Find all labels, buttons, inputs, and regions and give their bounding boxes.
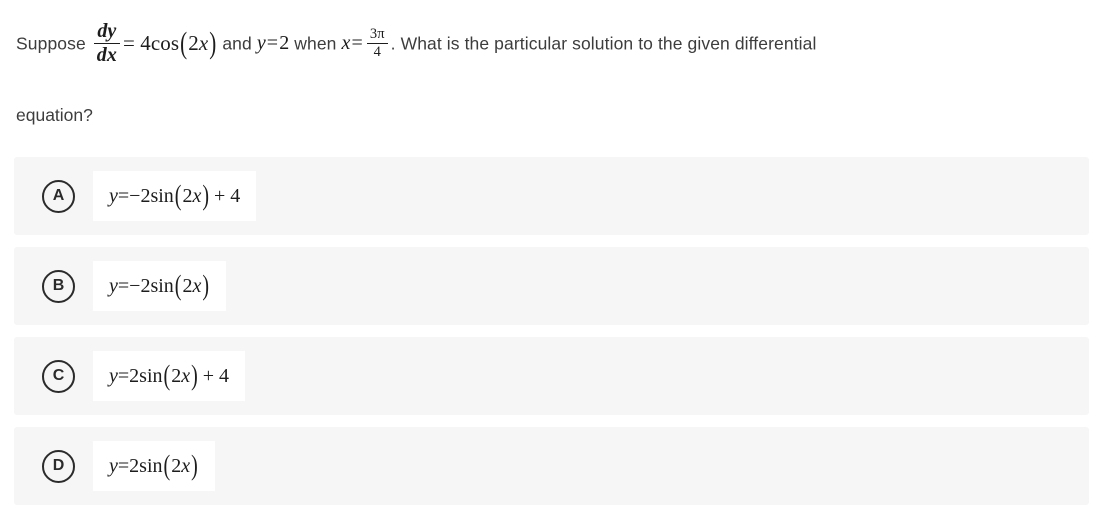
option-badge-c[interactable]: C [42,359,75,393]
option-row-b[interactable]: B y=−2sin(2x) [14,247,1089,325]
option-formula-c: y=2sin(2x) + 4 [109,359,230,392]
x-value-frac: 3π 4 [366,26,388,61]
derivative-numerator: dy [93,20,120,44]
option-badge-a[interactable]: A [42,179,75,213]
option-badge-b[interactable]: B [42,269,75,303]
close-paren-icon: ) [209,25,217,61]
derivative-denominator: dx [96,43,117,66]
open-paren-icon: ( [174,269,182,302]
initial-condition: y=2 [256,32,290,55]
derivative-rhs: = 4cos(2x) [123,21,217,65]
derivative-fraction: dy dx [91,20,123,67]
open-paren-icon: ( [180,25,188,61]
derivative-rhs-arg: 2x [188,31,209,56]
question-second-line: equation? [16,105,93,125]
sentence-period: . [390,33,396,54]
close-paren-icon: ) [191,449,198,482]
option-formula-a: y=−2sin(2x) + 4 [109,179,241,212]
x-value-expression: x= 3π 4 [341,21,390,65]
option-answer-box-b: y=−2sin(2x) [93,261,227,311]
x-value-numerator: 3π [366,26,388,45]
conjunction-and: and [222,33,252,54]
close-paren-icon: ) [202,269,210,302]
option-answer-box-a: y=−2sin(2x) + 4 [93,171,257,221]
question-prefix: Suppose [16,33,86,54]
open-paren-icon: ( [163,359,171,392]
answer-options-list: A y=−2sin(2x) + 4 B y=−2sin(2x) C y=2sin(… [14,157,1089,517]
option-answer-box-d: y=2sin(2x) [93,441,215,491]
option-formula-d: y=2sin(2x) [109,449,198,482]
option-answer-box-c: y=2sin(2x) + 4 [93,351,246,401]
dy-dx-frac: dy dx [93,20,120,66]
option-formula-b: y=−2sin(2x) [109,269,210,302]
question-stem: Suppose dy dx = 4cos(2x) and y=2 when x=… [16,20,1076,67]
conjunction-when: when [294,33,337,54]
x-value-denominator: 4 [373,44,381,61]
question-page: Suppose dy dx = 4cos(2x) and y=2 when x=… [0,0,1101,532]
option-row-d[interactable]: D y=2sin(2x) [14,427,1089,505]
option-badge-d[interactable]: D [42,449,75,483]
option-row-c[interactable]: C y=2sin(2x) + 4 [14,337,1089,415]
open-paren-icon: ( [174,179,182,212]
close-paren-icon: ) [202,179,210,212]
open-paren-icon: ( [163,449,171,482]
question-tail: What is the particular solution to the g… [400,33,817,54]
close-paren-icon: ) [191,359,198,392]
derivative-rhs-text: = 4cos [122,31,180,56]
option-row-a[interactable]: A y=−2sin(2x) + 4 [14,157,1089,235]
